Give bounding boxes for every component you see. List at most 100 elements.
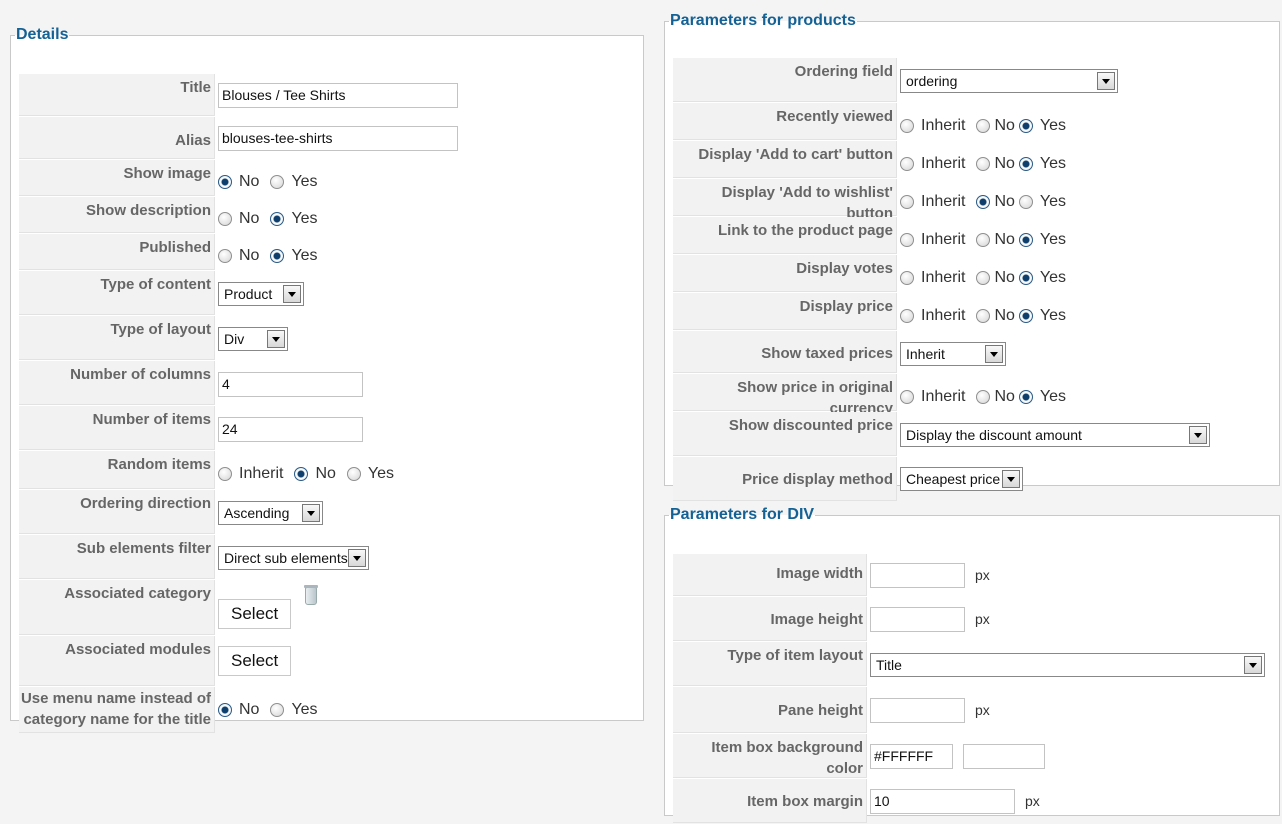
type-of-layout-select[interactable]: Div: [218, 327, 288, 351]
display-votes-no-label: No: [994, 269, 1015, 286]
link-product-page-yes-radio[interactable]: [1018, 233, 1033, 247]
item-box-margin-input[interactable]: 10: [870, 788, 1015, 814]
row-show-image: Show image No Yes: [19, 160, 643, 196]
row-show-taxed-prices: Show taxed prices Inherit: [673, 331, 1279, 373]
row-link-product-page: Link to the product page Inherit No Yes: [673, 217, 1279, 254]
add-to-wishlist-yes-radio[interactable]: [1018, 195, 1033, 209]
display-price-no-radio[interactable]: [976, 309, 991, 323]
use-menu-name-yes-radio[interactable]: [270, 703, 285, 717]
show-description-no-label: No: [239, 210, 260, 227]
link-product-page-yes-label: Yes: [1039, 231, 1067, 248]
show-discounted-price-label: Show discounted price: [673, 412, 897, 456]
chevron-down-icon: [1244, 656, 1262, 674]
item-box-margin-unit: px: [1025, 793, 1040, 809]
pane-height-input[interactable]: [870, 697, 965, 723]
link-product-page-inherit-label: Inherit: [921, 231, 966, 248]
display-price-inherit-radio[interactable]: [900, 309, 914, 323]
link-product-page-label: Link to the product page: [673, 217, 897, 254]
number-of-items-label: Number of items: [19, 406, 215, 450]
type-of-content-label: Type of content: [19, 271, 215, 315]
row-associated-modules: Associated modules Select: [19, 636, 643, 686]
number-of-columns-input[interactable]: 4: [218, 372, 363, 397]
type-of-content-select[interactable]: Product: [218, 282, 304, 306]
add-to-cart-no-radio[interactable]: [976, 157, 991, 171]
chevron-down-icon: [1097, 72, 1115, 90]
ordering-field-label: Ordering field: [673, 58, 897, 102]
use-menu-name-no-radio[interactable]: [218, 703, 232, 717]
sub-elements-filter-label: Sub elements filter: [19, 535, 215, 579]
alias-input[interactable]: blouses-tee-shirts: [218, 125, 458, 151]
chevron-down-icon: [1189, 426, 1207, 444]
type-of-item-layout-select[interactable]: Title: [870, 653, 1265, 677]
show-description-no-radio[interactable]: [218, 212, 232, 226]
item-box-bg-swatch[interactable]: [963, 743, 1045, 769]
add-to-cart-no-label: No: [994, 155, 1015, 172]
display-votes-no-radio[interactable]: [976, 271, 991, 285]
published-yes-radio[interactable]: [270, 249, 285, 263]
item-box-bg-input[interactable]: #FFFFFF: [870, 743, 953, 769]
type-of-layout-value: Div: [224, 331, 245, 347]
number-of-items-input[interactable]: 24: [218, 417, 363, 442]
random-items-yes-radio[interactable]: [346, 467, 361, 481]
row-title: Title Blouses / Tee Shirts: [19, 74, 643, 116]
chevron-down-icon: [283, 285, 301, 303]
row-random-items: Random items Inherit No Yes: [19, 451, 643, 489]
chevron-down-icon: [1002, 470, 1020, 488]
display-price-yes-radio[interactable]: [1018, 309, 1033, 323]
show-original-currency-inherit-radio[interactable]: [900, 390, 914, 404]
random-items-yes-label: Yes: [367, 465, 395, 482]
image-height-input[interactable]: [870, 606, 965, 632]
row-item-box-margin: Item box margin 10 px: [673, 779, 1279, 823]
price-display-method-value: Cheapest price: [906, 471, 1001, 487]
display-votes-inherit-radio[interactable]: [900, 271, 914, 285]
title-label: Title: [19, 74, 215, 116]
products-legend: Parameters for products: [670, 12, 856, 29]
show-discounted-price-select[interactable]: Display the discount amount: [900, 423, 1210, 447]
show-original-currency-yes-radio[interactable]: [1018, 390, 1033, 404]
associated-category-label: Associated category: [19, 580, 215, 635]
row-recently-viewed: Recently viewed Inherit No Yes: [673, 103, 1279, 140]
show-taxed-prices-select[interactable]: Inherit: [900, 342, 1006, 366]
ordering-direction-select[interactable]: Ascending: [218, 501, 323, 525]
recently-viewed-yes-radio[interactable]: [1018, 119, 1033, 133]
display-votes-yes-radio[interactable]: [1018, 271, 1033, 285]
recently-viewed-inherit-radio[interactable]: [900, 119, 914, 133]
show-image-yes-radio[interactable]: [270, 175, 285, 189]
ordering-direction-label: Ordering direction: [19, 490, 215, 534]
recently-viewed-no-radio[interactable]: [976, 119, 991, 133]
associated-modules-select-button[interactable]: Select: [218, 646, 292, 676]
trash-icon[interactable]: [304, 585, 319, 605]
details-legend: Details: [16, 26, 69, 43]
add-to-cart-inherit-radio[interactable]: [900, 157, 914, 171]
row-published: Published No Yes: [19, 234, 643, 270]
show-image-label: Show image: [19, 160, 215, 196]
published-label: Published: [19, 234, 215, 270]
link-product-page-inherit-radio[interactable]: [900, 233, 914, 247]
link-product-page-no-radio[interactable]: [976, 233, 991, 247]
row-type-of-content: Type of content Product: [19, 271, 643, 315]
title-input[interactable]: Blouses / Tee Shirts: [218, 83, 458, 108]
add-to-cart-label: Display 'Add to cart' button: [673, 141, 897, 178]
row-display-price: Display price Inherit No Yes: [673, 293, 1279, 330]
published-no-label: No: [239, 247, 260, 264]
type-of-item-layout-value: Title: [876, 657, 902, 673]
show-image-no-radio[interactable]: [218, 175, 232, 189]
show-original-currency-no-radio[interactable]: [976, 390, 991, 404]
show-description-yes-radio[interactable]: [270, 212, 285, 226]
use-menu-name-label-line1: Use menu name instead of: [20, 690, 211, 707]
add-to-cart-yes-radio[interactable]: [1018, 157, 1033, 171]
sub-elements-filter-select[interactable]: Direct sub elements: [218, 546, 369, 570]
published-no-radio[interactable]: [218, 249, 232, 263]
random-items-no-radio[interactable]: [294, 467, 309, 481]
add-to-wishlist-no-radio[interactable]: [976, 195, 991, 209]
image-width-input[interactable]: [870, 562, 965, 588]
row-number-of-columns: Number of columns 4: [19, 361, 643, 405]
associated-category-select-button[interactable]: Select: [218, 599, 292, 629]
add-to-wishlist-inherit-radio[interactable]: [900, 195, 914, 209]
ordering-field-select[interactable]: ordering: [900, 69, 1118, 93]
row-add-to-wishlist: Display 'Add to wishlist' button Inherit…: [673, 179, 1279, 222]
price-display-method-select[interactable]: Cheapest price: [900, 467, 1023, 491]
image-height-label: Image height: [673, 597, 867, 641]
random-items-inherit-radio[interactable]: [218, 467, 232, 481]
row-show-discounted-price: Show discounted price Display the discou…: [673, 412, 1279, 456]
